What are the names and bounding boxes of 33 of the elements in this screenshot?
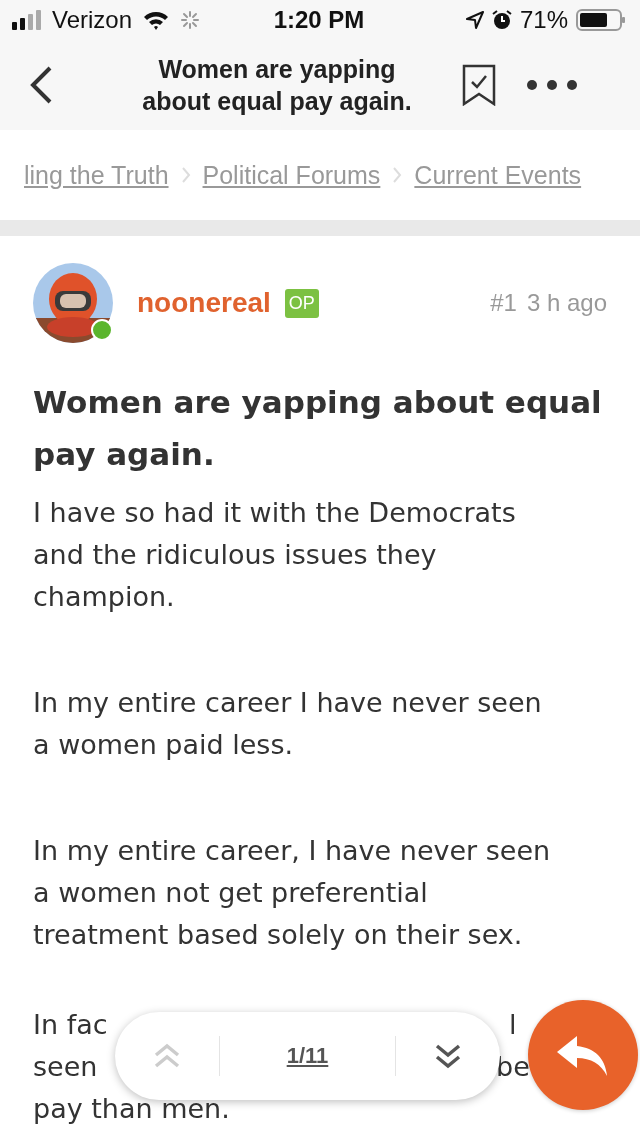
author-name[interactable]: noonereal: [137, 287, 271, 319]
breadcrumb-link[interactable]: Current Events: [414, 160, 582, 190]
carrier-name: Verizon: [52, 6, 133, 34]
post-paragraph: In my entire career I have never seen a women paid less.: [33, 686, 543, 762]
post-title: Women are yapping about equal pay again.: [33, 383, 603, 474]
battery-icon: [576, 9, 626, 31]
double-chevron-down-icon: [433, 1043, 463, 1069]
post-number: #1: [490, 289, 517, 317]
post-text: In fac: [33, 1008, 108, 1042]
post-time: 3 h ago: [526, 289, 607, 317]
breadcrumb-link[interactable]: Political Forums: [202, 160, 381, 190]
post-text: l: [509, 1008, 517, 1042]
op-badge: OP: [284, 288, 319, 318]
post-position-link[interactable]: 1/11: [220, 1043, 395, 1069]
bookmark-icon[interactable]: [462, 64, 496, 106]
activity-icon: [180, 10, 201, 30]
location-icon: [465, 11, 484, 29]
post-paragraph: I have so had it with the Democrats and the ridiculous issues they champion.: [33, 496, 517, 614]
thread-title: Women are yapping about equal pay again.: [141, 54, 413, 117]
post-text: pay than men.: [33, 1092, 230, 1126]
status-time: 1:20 PM: [273, 6, 365, 34]
alarm-icon: [491, 10, 512, 30]
chevron-icon: [180, 166, 191, 184]
post-paragraph: In my entire career, I have never seen a women not get preferential treatment based solely on their sex.: [33, 834, 552, 952]
post-text: be: [496, 1050, 530, 1084]
battery-percent: 71%: [519, 6, 568, 34]
signal-icon: [12, 10, 42, 30]
chevron-icon: [392, 166, 403, 184]
post-text: seen: [33, 1050, 98, 1084]
breadcrumb-link[interactable]: ling the Truth: [24, 160, 169, 190]
double-chevron-up-icon: [152, 1043, 182, 1069]
wifi-icon: [142, 10, 171, 30]
more-icon[interactable]: [526, 79, 578, 91]
